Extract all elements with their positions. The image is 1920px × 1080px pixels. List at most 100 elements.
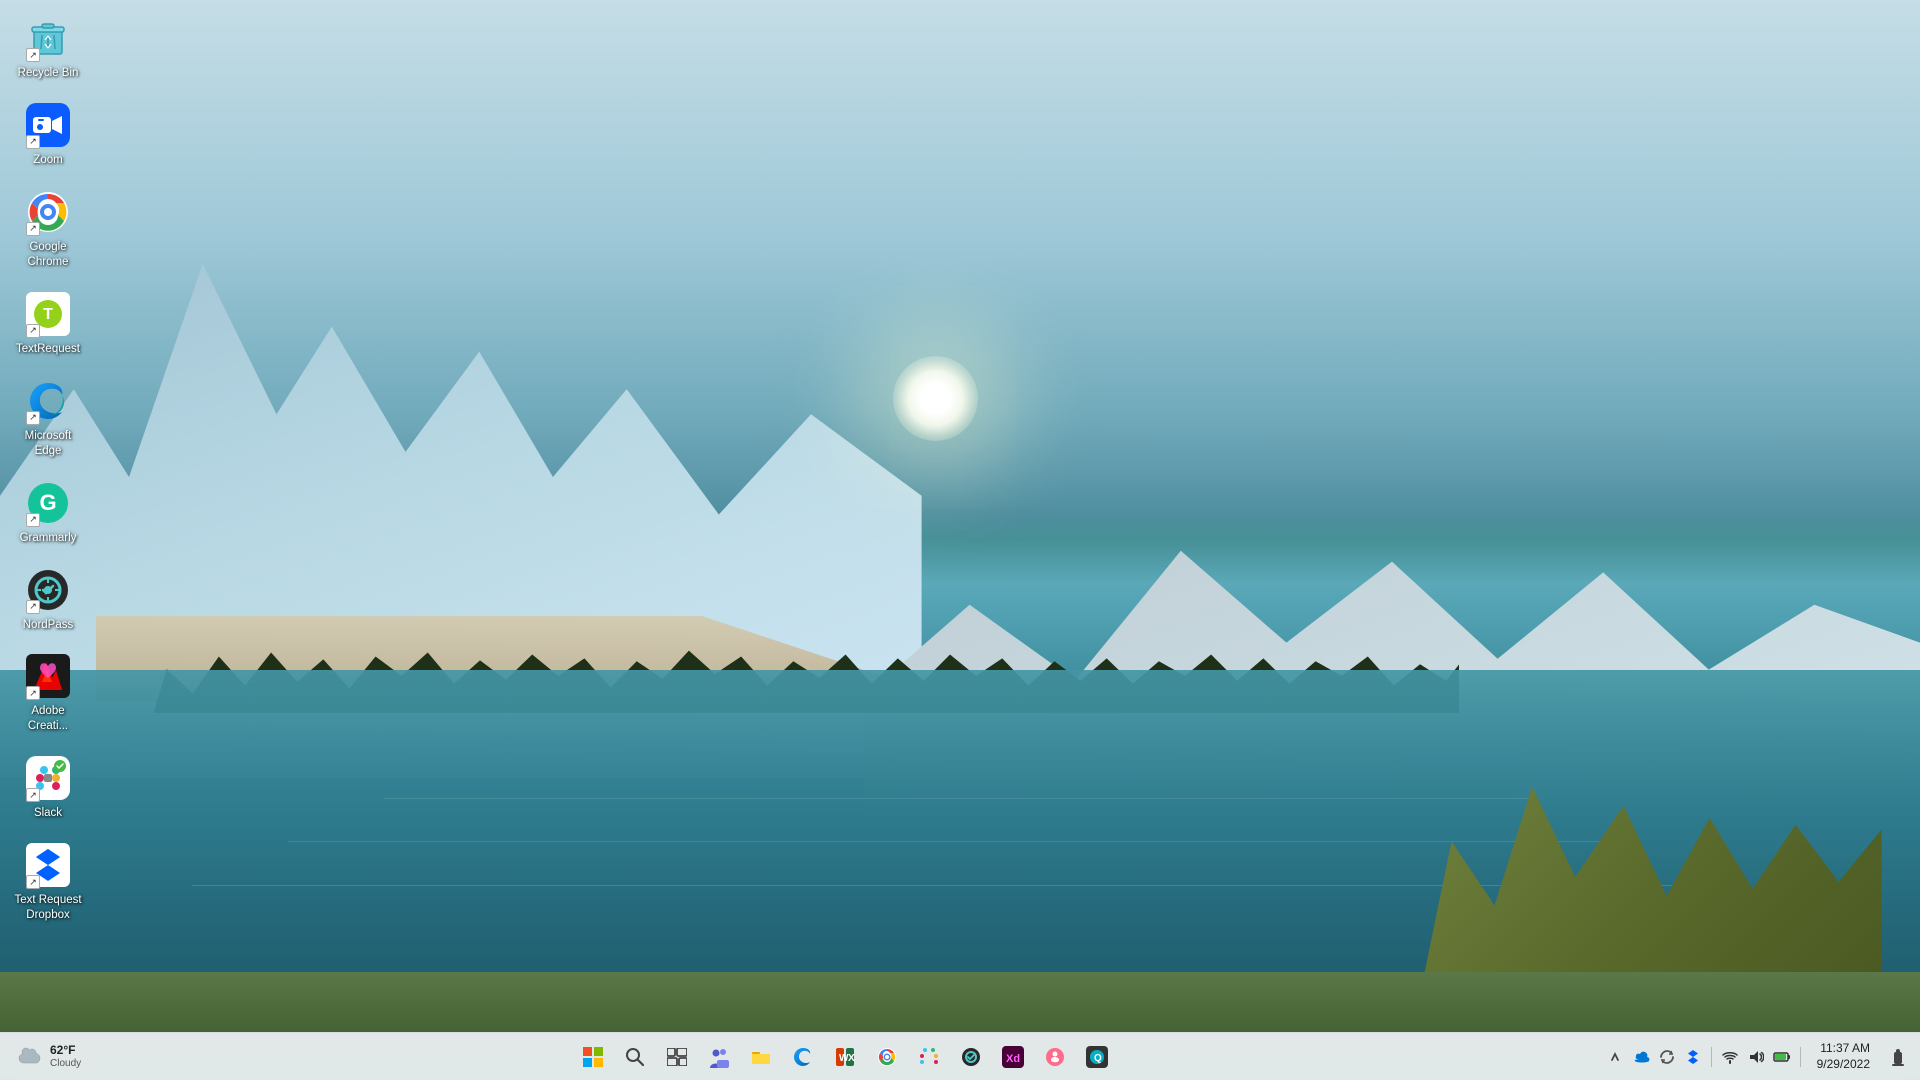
dropbox-icon-wrapper: ↗ xyxy=(24,841,72,889)
task-view-icon xyxy=(667,1048,687,1066)
desktop-icon-nordpass[interactable]: ↗ NordPass xyxy=(8,560,88,639)
adobe-xd-taskbar-button[interactable]: Xd xyxy=(993,1037,1033,1077)
textrequest-label: TextRequest xyxy=(16,342,80,357)
shortcut-arrow-grammarly: ↗ xyxy=(26,513,40,527)
wifi-icon xyxy=(1722,1049,1738,1065)
desktop-icon-recycle-bin[interactable]: ↗ Recycle Bin xyxy=(8,8,88,87)
svg-text:T: T xyxy=(43,306,53,323)
onedrive-tray-icon[interactable] xyxy=(1631,1047,1651,1067)
chevron-up-icon xyxy=(1610,1050,1620,1064)
edge-icon-wrapper: ↗ xyxy=(24,377,72,425)
file-explorer-button[interactable] xyxy=(741,1037,781,1077)
clock-time: 11:37 AM xyxy=(1820,1041,1870,1057)
battery-tray-icon[interactable] xyxy=(1772,1047,1792,1067)
battery-icon xyxy=(1773,1051,1791,1063)
shortcut-arrow-nordpass: ↗ xyxy=(26,600,40,614)
app1-icon xyxy=(1044,1046,1066,1068)
clock-date: 9/29/2022 xyxy=(1817,1057,1870,1073)
teams-taskbar-button[interactable] xyxy=(699,1037,739,1077)
zoom-icon xyxy=(33,115,63,135)
shortcut-arrow-recycle-bin: ↗ xyxy=(26,48,40,62)
adobe-xd-icon: Xd xyxy=(1002,1046,1024,1068)
desktop-icon-textrequest[interactable]: T ↗ TextRequest xyxy=(8,284,88,363)
slack-label: Slack xyxy=(34,806,62,821)
adobe-label: Adobe Creati... xyxy=(12,704,84,734)
chrome-icon-wrapper: ↗ xyxy=(24,188,72,236)
shortcut-arrow-chrome: ↗ xyxy=(26,222,40,236)
svg-text:G: G xyxy=(39,490,56,515)
weather-text: 62°F Cloudy xyxy=(50,1043,81,1069)
shortcut-arrow-edge: ↗ xyxy=(26,411,40,425)
dropbox-label: Text Request Dropbox xyxy=(12,893,84,923)
edge-taskbar-button[interactable] xyxy=(783,1037,823,1077)
sync-icon xyxy=(1659,1049,1675,1065)
chrome-label: Google Chrome xyxy=(12,240,84,270)
weather-temperature: 62°F xyxy=(50,1043,81,1057)
notifications-button[interactable] xyxy=(1884,1037,1912,1077)
app2-taskbar-button[interactable]: Q xyxy=(1077,1037,1117,1077)
volume-icon xyxy=(1748,1049,1764,1065)
zoom-icon-wrapper: ↗ xyxy=(24,101,72,149)
sync-tray-icon[interactable] xyxy=(1657,1047,1677,1067)
desktop-icons-container: ↗ Recycle Bin ↗ Zoom xyxy=(0,0,96,937)
svg-text:X: X xyxy=(848,1053,855,1064)
shortcut-arrow-slack: ↗ xyxy=(26,788,40,802)
weather-widget[interactable]: 62°F Cloudy xyxy=(8,1039,89,1073)
search-button[interactable] xyxy=(615,1037,655,1077)
shortcut-arrow-adobe: ↗ xyxy=(26,686,40,700)
desktop-icon-zoom[interactable]: ↗ Zoom xyxy=(8,95,88,174)
recycle-bin-label: Recycle Bin xyxy=(18,66,79,81)
slack-icon-wrapper: ↗ xyxy=(24,754,72,802)
desktop-icon-adobe[interactable]: ↗ Adobe Creati... xyxy=(8,646,88,740)
nordpass-taskbar-button[interactable] xyxy=(951,1037,991,1077)
nordpass-icon-wrapper: ↗ xyxy=(24,566,72,614)
notification-icon xyxy=(1891,1048,1905,1066)
file-explorer-icon xyxy=(750,1046,772,1068)
nordpass-label: NordPass xyxy=(23,618,74,633)
search-icon xyxy=(625,1047,645,1067)
teams-icon xyxy=(708,1046,730,1068)
weather-condition: Cloudy xyxy=(50,1058,81,1070)
office-icon: W X xyxy=(834,1046,856,1068)
desktop-icon-microsoft-edge[interactable]: ↗ Microsoft Edge xyxy=(8,371,88,465)
desktop-icon-google-chrome[interactable]: ↗ Google Chrome xyxy=(8,182,88,276)
desktop: ↗ Recycle Bin ↗ Zoom xyxy=(0,0,1920,1080)
nordpass-taskbar-icon xyxy=(960,1046,982,1068)
tray-divider xyxy=(1711,1047,1712,1067)
volume-tray-icon[interactable] xyxy=(1746,1047,1766,1067)
desktop-icon-slack[interactable]: ↗ Slack xyxy=(8,748,88,827)
wifi-tray-icon[interactable] xyxy=(1720,1047,1740,1067)
office-taskbar-button[interactable]: W X xyxy=(825,1037,865,1077)
grammarly-label: Grammarly xyxy=(20,531,77,546)
grammarly-icon-wrapper: G ↗ xyxy=(24,479,72,527)
slack-taskbar-button[interactable] xyxy=(909,1037,949,1077)
sun xyxy=(893,356,978,441)
shortcut-arrow-textrequest: ↗ xyxy=(26,324,40,338)
svg-text:Xd: Xd xyxy=(1006,1053,1020,1065)
app1-taskbar-button[interactable] xyxy=(1035,1037,1075,1077)
start-button[interactable] xyxy=(573,1037,613,1077)
weather-cloud-icon xyxy=(16,1045,44,1067)
taskbar-right: 11:37 AM 9/29/2022 xyxy=(1597,1037,1912,1077)
dropbox-tray-icon[interactable] xyxy=(1683,1047,1703,1067)
textrequest-icon-wrapper: T ↗ xyxy=(24,290,72,338)
app2-icon: Q xyxy=(1086,1046,1108,1068)
shortcut-arrow-dropbox: ↗ xyxy=(26,875,40,889)
desktop-icon-grammarly[interactable]: G ↗ Grammarly xyxy=(8,473,88,552)
adobe-icon-wrapper: ↗ xyxy=(24,652,72,700)
shortcut-arrow-zoom: ↗ xyxy=(26,135,40,149)
clock-widget[interactable]: 11:37 AM 9/29/2022 xyxy=(1809,1039,1878,1074)
chrome-taskbar-button[interactable] xyxy=(867,1037,907,1077)
chrome-taskbar-icon xyxy=(876,1046,898,1068)
desktop-icon-dropbox[interactable]: ↗ Text Request Dropbox xyxy=(8,835,88,929)
svg-text:Q: Q xyxy=(1094,1053,1102,1064)
zoom-label: Zoom xyxy=(33,153,62,168)
show-hidden-icons-button[interactable] xyxy=(1605,1047,1625,1067)
tray-divider-2 xyxy=(1800,1047,1801,1067)
dropbox-tray-icon-svg xyxy=(1685,1049,1701,1065)
taskbar-center: W X xyxy=(93,1037,1596,1077)
edge-label: Microsoft Edge xyxy=(12,429,84,459)
task-view-button[interactable] xyxy=(657,1037,697,1077)
edge-taskbar-icon xyxy=(792,1046,814,1068)
recycle-bin-icon-wrapper: ↗ xyxy=(24,14,72,62)
